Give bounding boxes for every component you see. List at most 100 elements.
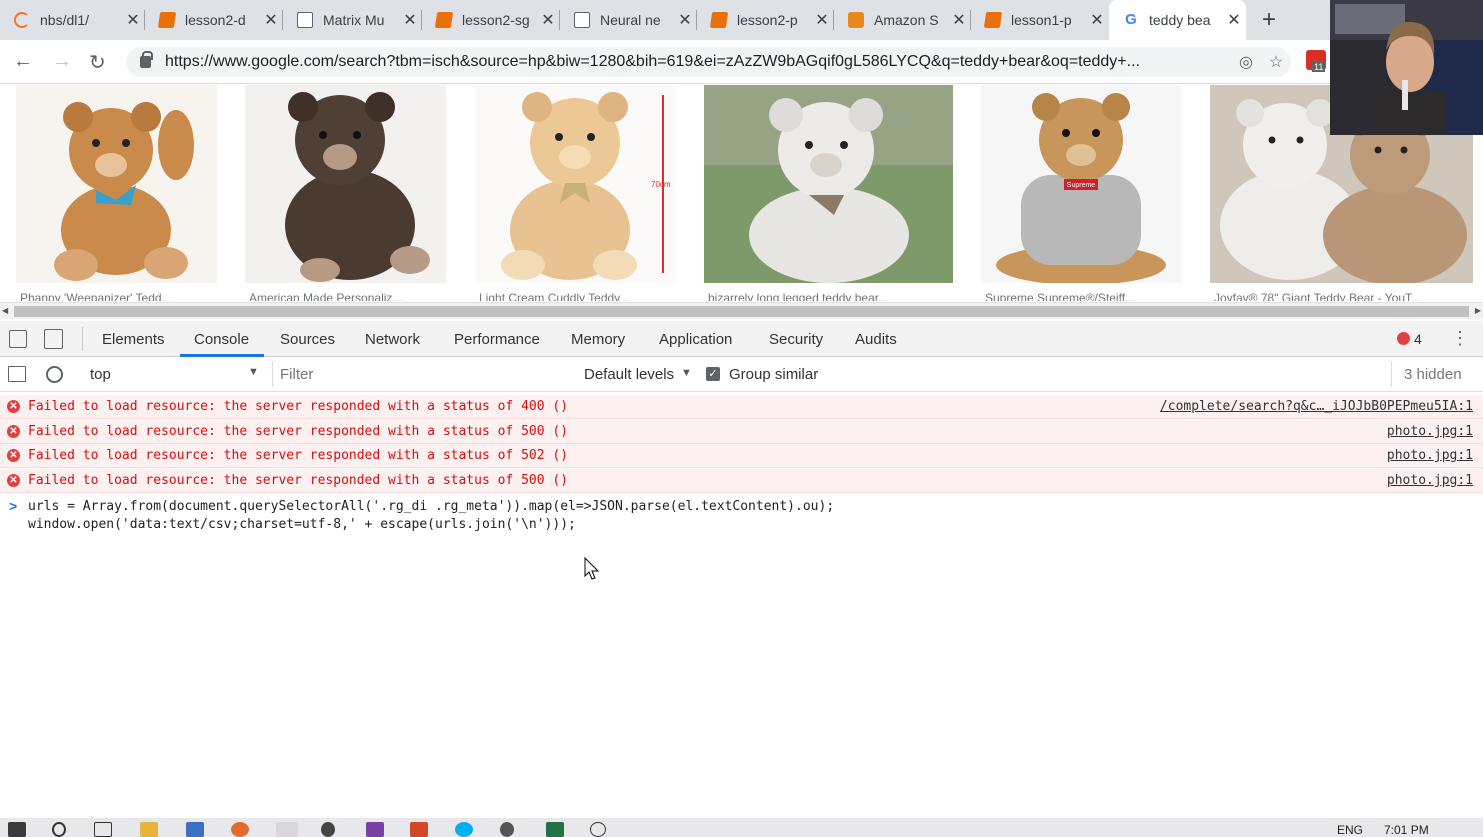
star-icon[interactable]: ☆: [1261, 52, 1291, 72]
notebook-icon: [157, 12, 177, 28]
error-text: Failed to load resource: the server resp…: [28, 448, 569, 463]
close-icon[interactable]: ✕: [1222, 10, 1246, 30]
result-caption[interactable]: American Made Personaliz...: [249, 292, 449, 301]
search-icon[interactable]: [52, 822, 66, 837]
error-count[interactable]: 4: [1414, 331, 1422, 347]
log-levels-dropdown[interactable]: Default levels: [584, 366, 674, 383]
result-caption[interactable]: Joyfay® 78" Giant Teddy Bear - YouT...: [1214, 292, 1464, 301]
tab-neural[interactable]: Neural ne ✕: [560, 0, 697, 40]
close-icon[interactable]: ✕: [1085, 10, 1109, 30]
forward-arrow-icon[interactable]: →: [52, 50, 72, 73]
chrome-icon[interactable]: [276, 822, 298, 837]
tab-matrix[interactable]: Matrix Mu ✕: [283, 0, 422, 40]
tab-lesson2-d[interactable]: lesson2-d ✕: [145, 0, 283, 40]
console-input-line[interactable]: window.open('data:text/csv;charset=utf-8…: [28, 517, 576, 532]
more-menu-icon[interactable]: ⋮: [1451, 328, 1469, 349]
tab-lesson2-sg[interactable]: lesson2-sg ✕: [422, 0, 560, 40]
console-input-line[interactable]: urls = Array.from(document.querySelector…: [28, 499, 834, 514]
tab-application[interactable]: Application: [659, 331, 732, 348]
reload-icon[interactable]: ↻: [89, 50, 106, 75]
language-indicator[interactable]: ENG: [1337, 823, 1363, 837]
result-image-4[interactable]: [704, 85, 953, 283]
tab-lesson1-p[interactable]: lesson1-p ✕: [971, 0, 1109, 40]
firefox-icon[interactable]: [231, 822, 249, 837]
tab-jupyter[interactable]: nbs/dl1/ ✕: [0, 0, 145, 40]
close-icon[interactable]: ✕: [536, 10, 560, 30]
excel-icon[interactable]: [546, 822, 564, 837]
scrollbar-thumb[interactable]: [14, 306, 1469, 317]
location-icon[interactable]: ◎: [1231, 52, 1261, 72]
back-arrow-icon[interactable]: ←: [13, 50, 33, 73]
address-bar[interactable]: https://www.google.com/search?tbm=isch&s…: [126, 47, 1291, 77]
inspect-element-icon[interactable]: [9, 330, 27, 348]
tab-elements[interactable]: Elements: [102, 331, 165, 348]
close-icon[interactable]: ✕: [810, 10, 834, 30]
hoodie-logo: Supreme: [1067, 182, 1096, 189]
error-source-link[interactable]: photo.jpg:1: [1387, 473, 1473, 488]
clock-app-icon[interactable]: [590, 822, 606, 837]
error-source-link[interactable]: /complete/search?q&c…_iJOJbB0PEPmeu5IA:1: [1160, 399, 1473, 414]
tab-amazon[interactable]: Amazon S ✕: [834, 0, 971, 40]
sidebar-toggle-icon[interactable]: [8, 366, 26, 382]
tab-sources[interactable]: Sources: [280, 331, 335, 348]
device-toolbar-icon[interactable]: [44, 329, 63, 349]
tab-security[interactable]: Security: [769, 331, 823, 348]
tab-memory[interactable]: Memory: [571, 331, 625, 348]
start-icon[interactable]: [8, 822, 26, 837]
close-icon[interactable]: ✕: [121, 10, 145, 30]
result-image-5[interactable]: Supreme: [981, 85, 1182, 283]
tab-performance[interactable]: Performance: [454, 331, 540, 348]
error-source-link[interactable]: photo.jpg:1: [1387, 424, 1473, 439]
tab-title: Amazon S: [874, 12, 939, 28]
horizontal-scrollbar[interactable]: ◀ ▶: [0, 302, 1483, 319]
screen: nbs/dl1/ ✕ lesson2-d ✕ Matrix Mu ✕ lesso…: [0, 0, 1483, 837]
tab-title: lesson2-d: [185, 12, 246, 28]
error-text: Failed to load resource: the server resp…: [28, 399, 569, 414]
result-image-1[interactable]: [16, 85, 217, 283]
new-tab-button[interactable]: +: [1262, 6, 1276, 34]
url-text: https://www.google.com/search?tbm=isch&s…: [165, 53, 1140, 70]
tab-title: Neural ne: [600, 12, 661, 28]
result-caption[interactable]: Phanpy 'Weepanizer' Tedd...: [20, 292, 220, 301]
chevron-down-icon[interactable]: ▼: [248, 366, 259, 378]
file-explorer-icon[interactable]: [140, 822, 158, 837]
task-view-icon[interactable]: [94, 822, 112, 837]
powerpoint-icon[interactable]: [410, 822, 428, 837]
onenote-icon[interactable]: [366, 822, 384, 837]
console-error-row: ✕ Failed to load resource: the server re…: [0, 420, 1483, 444]
result-caption[interactable]: Light Cream Cuddly Teddy...: [479, 292, 679, 301]
tab-title: lesson2-sg: [462, 12, 530, 28]
browser-tab-bar: nbs/dl1/ ✕ lesson2-d ✕ Matrix Mu ✕ lesso…: [0, 0, 1483, 40]
tab-network[interactable]: Network: [365, 331, 420, 348]
app-icon[interactable]: [186, 822, 204, 837]
scroll-right-icon[interactable]: ▶: [1475, 306, 1481, 315]
close-icon[interactable]: ✕: [259, 10, 283, 30]
skype-icon[interactable]: [455, 822, 473, 837]
result-image-2[interactable]: [245, 85, 446, 283]
clear-console-icon[interactable]: [46, 366, 63, 383]
console-prompt-icon: >: [9, 498, 18, 514]
tab-lesson2-p[interactable]: lesson2-p ✕: [697, 0, 834, 40]
extension-icon[interactable]: 11: [1306, 50, 1326, 72]
result-caption[interactable]: Supreme Supreme®/Steiff...: [985, 292, 1185, 301]
teddy-bear-image: [285, 92, 430, 282]
scroll-left-icon[interactable]: ◀: [2, 306, 8, 315]
console-error-row: ✕ Failed to load resource: the server re…: [0, 469, 1483, 493]
tab-console[interactable]: Console: [194, 331, 249, 348]
error-source-link[interactable]: photo.jpg:1: [1387, 448, 1473, 463]
app-icon[interactable]: [321, 822, 335, 837]
clock[interactable]: 7:01 PM: [1384, 823, 1429, 837]
filter-input[interactable]: [280, 363, 570, 386]
settings-icon[interactable]: [500, 822, 514, 837]
close-icon[interactable]: ✕: [947, 10, 971, 30]
result-image-3[interactable]: 70cm: [475, 85, 676, 283]
tab-audits[interactable]: Audits: [855, 331, 897, 348]
tab-teddy-bear[interactable]: G teddy bea ✕: [1109, 0, 1246, 40]
context-selector[interactable]: top: [90, 366, 111, 383]
result-caption[interactable]: bizarrely long legged teddy bear...: [708, 292, 953, 301]
close-icon[interactable]: ✕: [398, 10, 422, 30]
notebook-icon: [709, 12, 729, 28]
chevron-down-icon[interactable]: ▼: [681, 367, 692, 379]
close-icon[interactable]: ✕: [673, 10, 697, 30]
group-similar-checkbox[interactable]: ✓: [706, 367, 720, 381]
